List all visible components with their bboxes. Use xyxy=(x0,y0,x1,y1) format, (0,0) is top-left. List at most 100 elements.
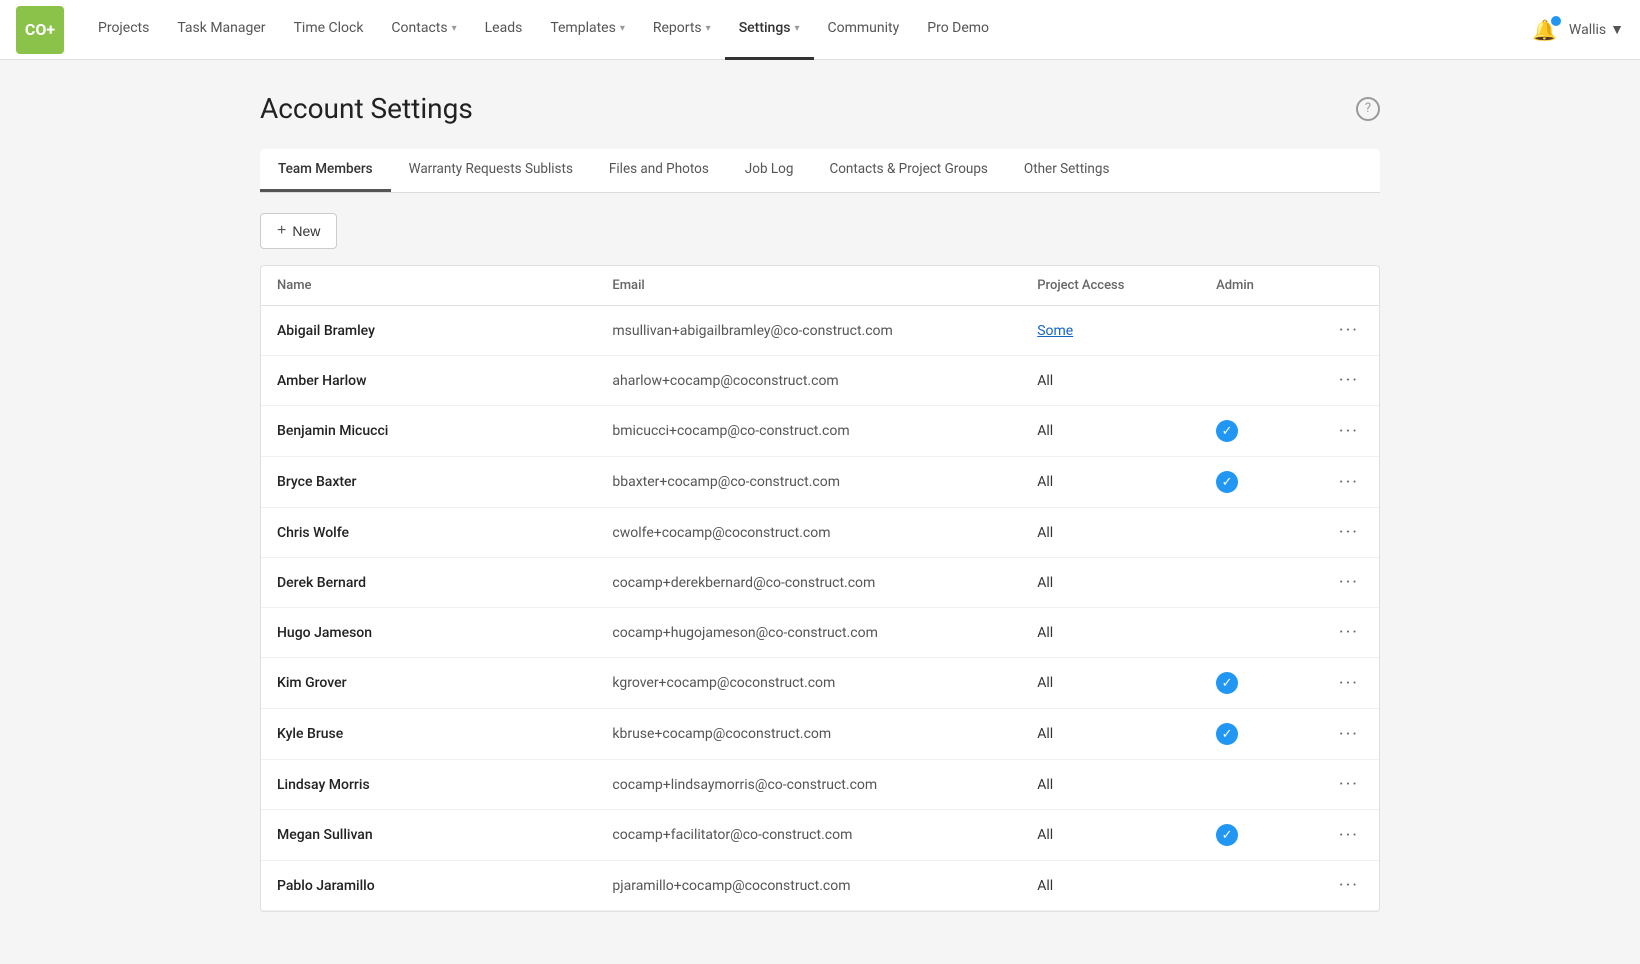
cell-email: msullivan+abigailbramley@co-construct.co… xyxy=(596,306,1021,356)
header-admin: Admin xyxy=(1200,266,1312,306)
nav-chevron-icon: ▾ xyxy=(452,23,457,34)
tab-files-and-photos[interactable]: Files and Photos xyxy=(591,149,727,192)
navbar: CO+ ProjectsTask ManagerTime ClockContac… xyxy=(0,0,1640,60)
cell-admin xyxy=(1200,558,1312,608)
cell-actions: ··· xyxy=(1312,457,1379,508)
nav-chevron-icon: ▾ xyxy=(620,23,625,34)
nav-item-community[interactable]: Community xyxy=(814,0,914,60)
team-members-table: Name Email Project Access Admin Abigail … xyxy=(260,265,1380,912)
admin-check-icon: ✓ xyxy=(1216,672,1238,694)
table-row: Abigail Bramleymsullivan+abigailbramley@… xyxy=(261,306,1379,356)
nav-label: Contacts xyxy=(391,20,447,36)
tab-warranty-requests-sublists[interactable]: Warranty Requests Sublists xyxy=(391,149,591,192)
cell-name: Derek Bernard xyxy=(261,558,596,608)
more-options-button[interactable]: ··· xyxy=(1335,622,1363,643)
more-options-button[interactable]: ··· xyxy=(1335,472,1363,493)
cell-access: All xyxy=(1021,608,1200,658)
cell-access[interactable]: Some xyxy=(1021,306,1200,356)
cell-admin xyxy=(1200,508,1312,558)
plus-icon: + xyxy=(277,222,286,240)
cell-access: All xyxy=(1021,558,1200,608)
cell-name: Abigail Bramley xyxy=(261,306,596,356)
nav-item-time-clock[interactable]: Time Clock xyxy=(280,0,378,60)
tab-job-log[interactable]: Job Log xyxy=(727,149,812,192)
navbar-right: 🔔 Wallis ▼ xyxy=(1532,18,1624,42)
cell-access: All xyxy=(1021,810,1200,861)
table-header-row: Name Email Project Access Admin xyxy=(261,266,1379,306)
cell-actions: ··· xyxy=(1312,306,1379,356)
table-row: Kim Groverkgrover+cocamp@coconstruct.com… xyxy=(261,658,1379,709)
new-button[interactable]: + New xyxy=(260,213,337,249)
more-options-button[interactable]: ··· xyxy=(1335,875,1363,896)
user-chevron-icon: ▼ xyxy=(1610,21,1624,38)
table-row: Derek Bernardcocamp+derekbernard@co-cons… xyxy=(261,558,1379,608)
notifications-bell[interactable]: 🔔 xyxy=(1532,18,1557,42)
tab-other-settings[interactable]: Other Settings xyxy=(1006,149,1128,192)
cell-actions: ··· xyxy=(1312,608,1379,658)
cell-access: All xyxy=(1021,658,1200,709)
more-options-button[interactable]: ··· xyxy=(1335,774,1363,795)
cell-actions: ··· xyxy=(1312,356,1379,406)
admin-check-icon: ✓ xyxy=(1216,420,1238,442)
nav-item-settings[interactable]: Settings▾ xyxy=(725,0,814,60)
cell-name: Pablo Jaramillo xyxy=(261,861,596,911)
admin-check-icon: ✓ xyxy=(1216,824,1238,846)
cell-admin: ✓ xyxy=(1200,810,1312,861)
more-options-button[interactable]: ··· xyxy=(1335,522,1363,543)
cell-name: Amber Harlow xyxy=(261,356,596,406)
cell-actions: ··· xyxy=(1312,760,1379,810)
user-name: Wallis xyxy=(1569,22,1606,38)
more-options-button[interactable]: ··· xyxy=(1335,572,1363,593)
user-menu[interactable]: Wallis ▼ xyxy=(1569,21,1624,38)
more-options-button[interactable]: ··· xyxy=(1335,370,1363,391)
more-options-button[interactable]: ··· xyxy=(1335,421,1363,442)
header-actions xyxy=(1312,266,1379,306)
cell-email: cocamp+hugojameson@co-construct.com xyxy=(596,608,1021,658)
cell-access: All xyxy=(1021,861,1200,911)
table-row: Bryce Baxterbbaxter+cocamp@co-construct.… xyxy=(261,457,1379,508)
nav-label: Task Manager xyxy=(177,20,265,36)
more-options-button[interactable]: ··· xyxy=(1335,320,1363,341)
more-options-button[interactable]: ··· xyxy=(1335,724,1363,745)
cell-actions: ··· xyxy=(1312,558,1379,608)
cell-name: Kyle Bruse xyxy=(261,709,596,760)
table-row: Megan Sullivancocamp+facilitator@co-cons… xyxy=(261,810,1379,861)
nav-item-pro-demo[interactable]: Pro Demo xyxy=(913,0,1003,60)
nav-item-reports[interactable]: Reports▾ xyxy=(639,0,725,60)
cell-name: Lindsay Morris xyxy=(261,760,596,810)
table-row: Pablo Jaramillopjaramillo+cocamp@coconst… xyxy=(261,861,1379,911)
cell-access: All xyxy=(1021,508,1200,558)
cell-name: Kim Grover xyxy=(261,658,596,709)
cell-admin xyxy=(1200,760,1312,810)
admin-check-icon: ✓ xyxy=(1216,471,1238,493)
help-icon[interactable]: ? xyxy=(1356,97,1380,121)
nav-item-leads[interactable]: Leads xyxy=(471,0,537,60)
header-name: Name xyxy=(261,266,596,306)
cell-admin xyxy=(1200,356,1312,406)
cell-access: All xyxy=(1021,457,1200,508)
cell-access: All xyxy=(1021,356,1200,406)
more-options-button[interactable]: ··· xyxy=(1335,825,1363,846)
nav-item-projects[interactable]: Projects xyxy=(84,0,163,60)
cell-name: Megan Sullivan xyxy=(261,810,596,861)
more-options-button[interactable]: ··· xyxy=(1335,673,1363,694)
table-row: Amber Harlowaharlow+cocamp@coconstruct.c… xyxy=(261,356,1379,406)
cell-actions: ··· xyxy=(1312,709,1379,760)
nav-label: Templates xyxy=(550,20,616,36)
cell-admin xyxy=(1200,608,1312,658)
logo[interactable]: CO+ xyxy=(16,6,64,54)
table-row: Chris Wolfecwolfe+cocamp@coconstruct.com… xyxy=(261,508,1379,558)
cell-name: Bryce Baxter xyxy=(261,457,596,508)
cell-email: cocamp+facilitator@co-construct.com xyxy=(596,810,1021,861)
cell-email: pjaramillo+cocamp@coconstruct.com xyxy=(596,861,1021,911)
cell-name: Chris Wolfe xyxy=(261,508,596,558)
cell-actions: ··· xyxy=(1312,406,1379,457)
tab-team-members[interactable]: Team Members xyxy=(260,149,391,192)
cell-admin xyxy=(1200,306,1312,356)
tab-contacts-project-groups[interactable]: Contacts & Project Groups xyxy=(811,149,1005,192)
nav-item-contacts[interactable]: Contacts ▾ xyxy=(377,0,470,60)
table-row: Lindsay Morriscocamp+lindsaymorris@co-co… xyxy=(261,760,1379,810)
nav-label: Settings xyxy=(739,20,791,36)
nav-item-task-manager[interactable]: Task Manager xyxy=(163,0,279,60)
nav-item-templates[interactable]: Templates ▾ xyxy=(536,0,639,60)
